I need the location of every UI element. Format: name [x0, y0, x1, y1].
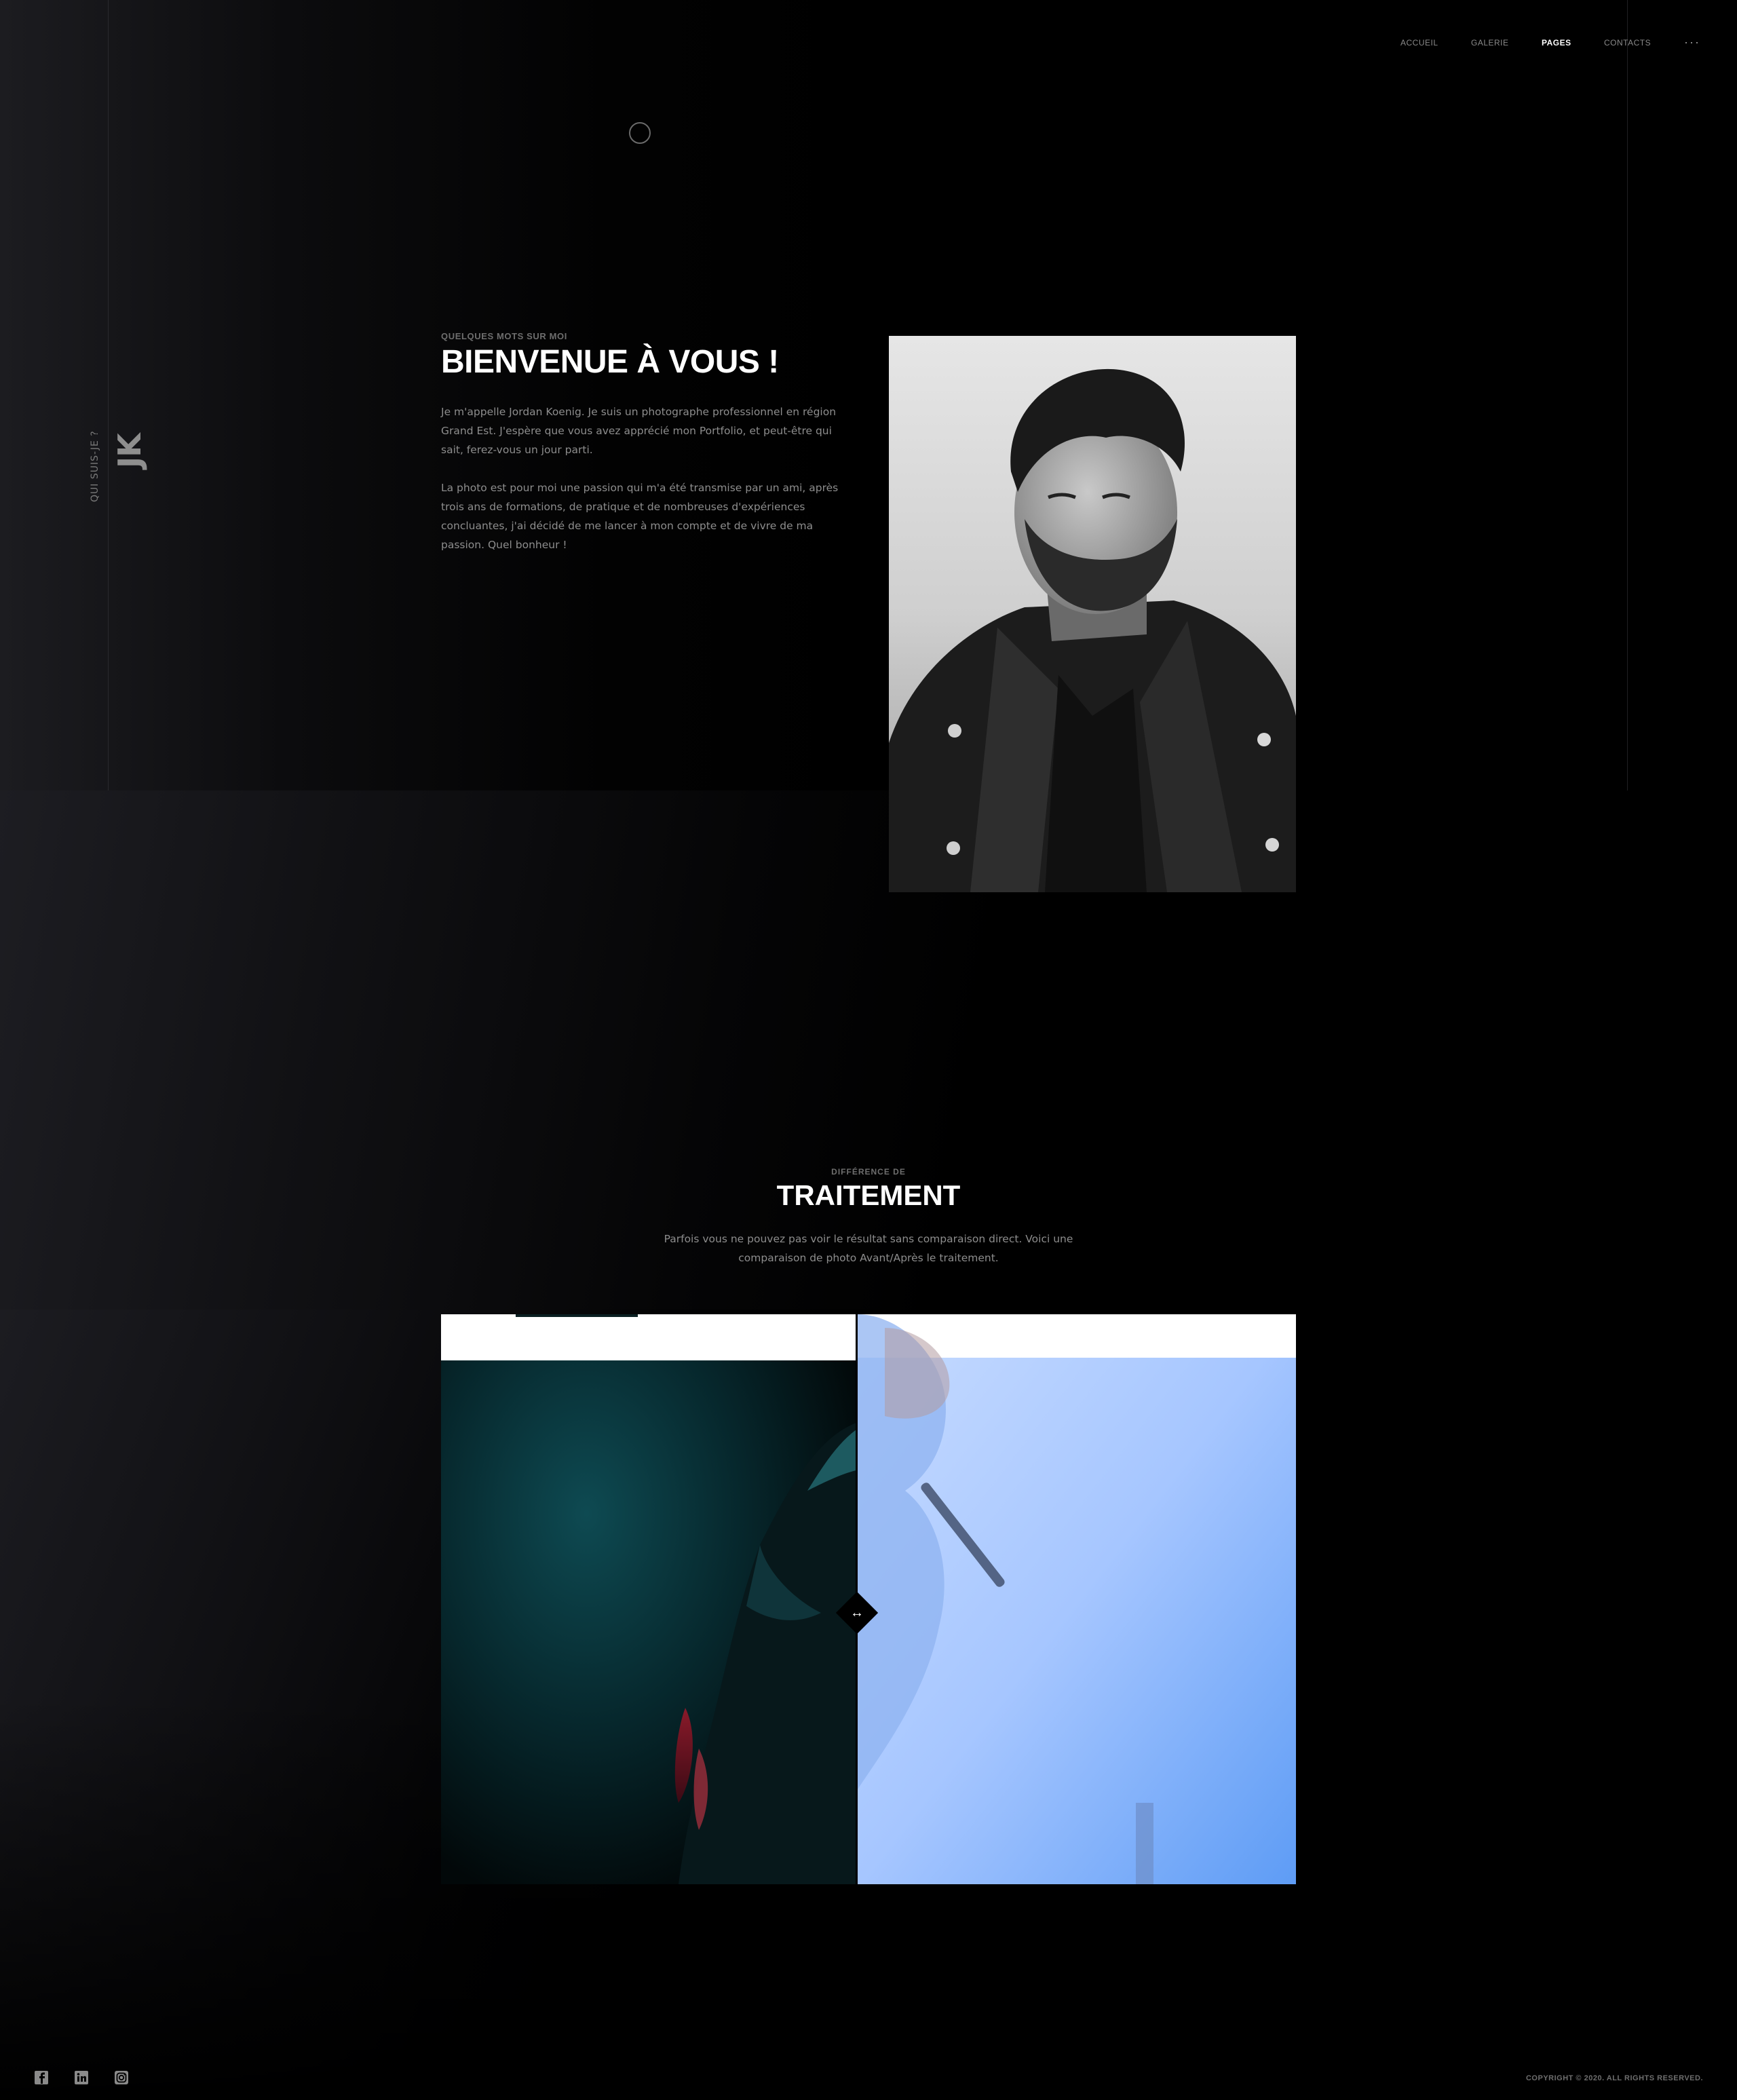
treatment-title: TRAITEMENT [776, 1179, 961, 1211]
about-paragraph-2: La photo est pour moi une passion qui m'… [441, 482, 839, 552]
main-nav: ACCUEIL GALERIE PAGES CONTACTS ··· [0, 35, 1737, 52]
left-guide-line [108, 0, 109, 790]
portrait-photo [889, 336, 1296, 892]
about-section: QUELQUES MOTS SUR MOI BIENVENUE À VOUS !… [441, 331, 848, 554]
side-vertical-label: QUI SUIS-JE ? JK [85, 421, 160, 502]
more-menu-icon[interactable]: ··· [1684, 35, 1700, 50]
treatment-section: DIFFÉRENCE DE TRAITEMENT Parfois vous ne… [529, 1167, 1208, 1267]
before-after-slider[interactable]: ↔ [441, 1314, 1296, 1884]
side-logo: JK [111, 434, 148, 468]
nav-item-contacts[interactable]: CONTACTS [1604, 38, 1651, 47]
linkedin-icon[interactable] [74, 2070, 89, 2085]
after-photo [858, 1314, 1296, 1884]
treatment-eyebrow: DIFFÉRENCE DE [831, 1167, 906, 1177]
hero-background [0, 0, 1737, 790]
before-photo [441, 1314, 856, 1884]
copyright-text: COPYRIGHT © 2020. ALL RIGHTS RESERVED. [1525, 2074, 1703, 2082]
facebook-icon[interactable] [34, 2070, 49, 2085]
cursor-ring [629, 122, 651, 144]
nav-item-accueil[interactable]: ACCUEIL [1400, 38, 1438, 47]
nav-item-pages[interactable]: PAGES [1542, 38, 1571, 47]
treatment-description: Parfois vous ne pouvez pas voir le résul… [664, 1233, 1073, 1264]
nav-item-galerie[interactable]: GALERIE [1471, 38, 1509, 47]
about-title: BIENVENUE À VOUS ! [441, 344, 779, 380]
about-paragraph-1: Je m'appelle Jordan Koenig. Je suis un p… [441, 406, 837, 457]
arrows-horizontal-icon[interactable]: ↔ [846, 1605, 868, 1621]
about-eyebrow: QUELQUES MOTS SUR MOI [441, 331, 567, 341]
side-question-text: QUI SUIS-JE ? [90, 430, 100, 502]
instagram-icon[interactable] [114, 2070, 129, 2085]
right-guide-line [1627, 0, 1628, 790]
